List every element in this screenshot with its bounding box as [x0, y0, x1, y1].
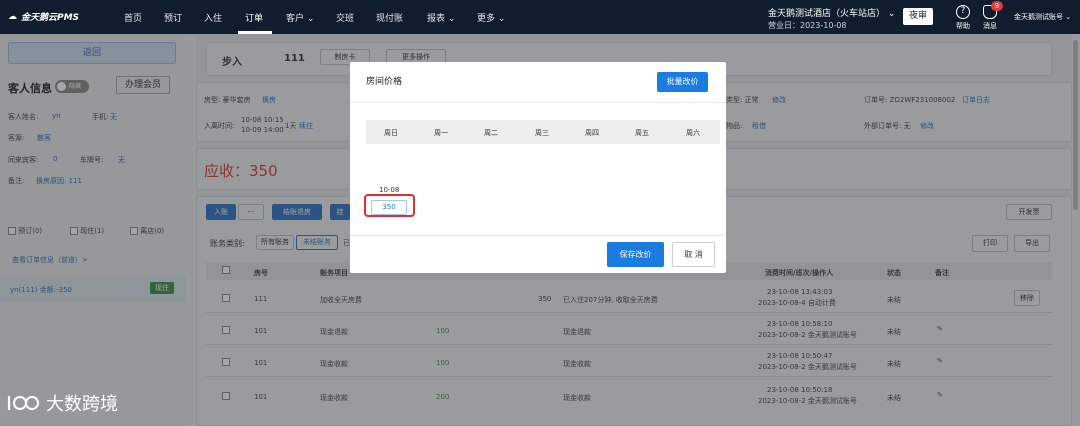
message-badge: 9	[991, 1, 1003, 11]
weekday-mon: 周一	[434, 129, 448, 137]
watermark-logo-icon	[7, 396, 39, 410]
nav-cashpay[interactable]: 现付账	[376, 11, 403, 24]
batch-change-price-button[interactable]: 批量改价	[657, 72, 708, 92]
help-label: 帮助	[956, 22, 970, 30]
watermark: 大数跨境	[6, 390, 118, 416]
weekday-sun: 周日	[384, 129, 398, 137]
weekday-thu: 周四	[585, 129, 599, 137]
user-menu[interactable]: 金天鹅测试账号 ⌄	[1014, 12, 1071, 22]
weekday-tue: 周二	[484, 129, 498, 137]
chevron-down-icon: ⌄	[887, 9, 896, 19]
nav-more[interactable]: 更多 ⌄	[477, 11, 505, 24]
save-price-button[interactable]: 保存改价	[607, 242, 664, 267]
hotel-selector[interactable]: 金天鹅测试酒店（火车站店） ⌄	[768, 6, 895, 19]
highlight-box	[364, 194, 415, 217]
room-price-dialog: 房间价格 批量改价 周日 周一 周二 周三 周四 周五 周六 10-08 350…	[350, 62, 726, 273]
calendar-date: 10-08	[379, 186, 400, 194]
nav-shift[interactable]: 交班	[336, 11, 354, 24]
business-date: 营业日：2023-10-08	[768, 21, 847, 30]
night-audit-button[interactable]: 夜审	[903, 8, 933, 25]
nav-orders[interactable]: 订单	[245, 11, 263, 24]
chevron-down-icon: ⌄	[1065, 13, 1072, 21]
nav-reports[interactable]: 报表 ⌄	[427, 11, 455, 24]
nav-customers[interactable]: 客户 ⌄	[286, 11, 314, 24]
dialog-title: 房间价格	[366, 77, 403, 87]
chevron-down-icon: ⌄	[306, 14, 315, 24]
weekday-fri: 周五	[635, 129, 649, 137]
weekday-sat: 周六	[686, 129, 700, 137]
chevron-down-icon: ⌄	[447, 14, 456, 24]
help-icon[interactable]: ?	[956, 5, 970, 19]
top-navbar: ☁ 金天鹅云PMS 首页 预订 入住 订单 客户 ⌄ 交班 现付账 报表 ⌄ 更…	[0, 0, 1080, 34]
messages-label: 消息	[983, 22, 997, 30]
chevron-down-icon: ⌄	[497, 14, 506, 24]
nav-home[interactable]: 首页	[124, 11, 142, 24]
nav-reservation[interactable]: 预订	[164, 11, 182, 24]
app-logo[interactable]: ☁ 金天鹅云PMS	[8, 10, 79, 24]
nav-checkin[interactable]: 入住	[204, 11, 222, 24]
cancel-button[interactable]: 取 消	[672, 242, 715, 267]
weekday-wed: 周三	[535, 129, 549, 137]
cloud-icon: ☁	[8, 11, 17, 22]
